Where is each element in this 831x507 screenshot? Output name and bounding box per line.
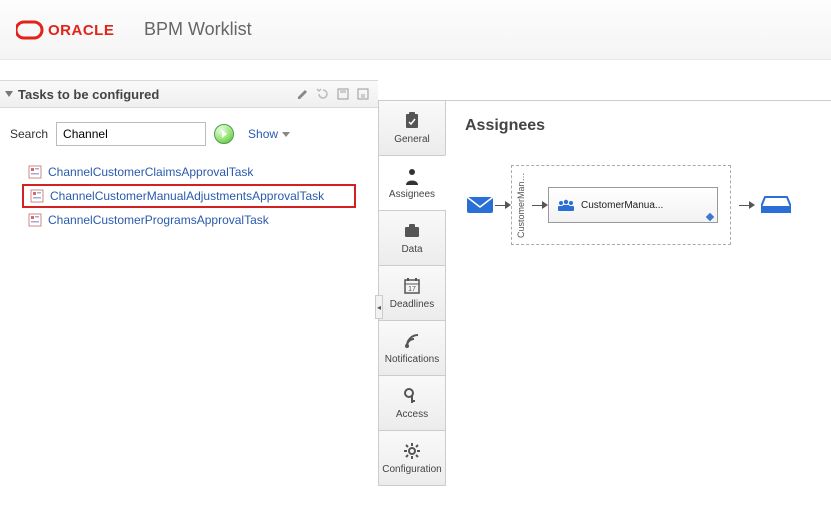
task-item[interactable]: ChannelCustomerProgramsApprovalTask <box>22 210 356 230</box>
save-icon[interactable] <box>334 85 352 103</box>
edit-icon[interactable] <box>294 85 312 103</box>
tab-notifications[interactable]: Notifications <box>378 320 446 376</box>
search-label: Search <box>10 127 48 141</box>
disclose-icon[interactable] <box>5 91 13 97</box>
task-item[interactable]: ChannelCustomerClaimsApprovalTask <box>22 162 356 182</box>
search-row: Search Show <box>0 108 378 156</box>
tasks-panel-header: Tasks to be configured <box>0 80 378 108</box>
task-icon <box>28 165 42 179</box>
task-link[interactable]: ChannelCustomerProgramsApprovalTask <box>48 213 269 227</box>
tab-access[interactable]: Access <box>378 375 446 431</box>
right-panel: ◂ General Assignees Data 17 Deadlines Notific… <box>378 60 831 507</box>
show-label: Show <box>248 127 278 141</box>
task-item[interactable]: ChannelCustomerManualAdjustmentsApproval… <box>22 184 356 208</box>
tab-label: Data <box>401 244 422 255</box>
tab-general[interactable]: General <box>378 100 446 156</box>
add-participant-icon[interactable] <box>706 213 714 221</box>
assignee-diagram: CustomerManua.. CustomerManua... <box>465 165 811 245</box>
main-title: Assignees <box>465 117 811 135</box>
tab-label: Assignees <box>389 189 435 200</box>
collapse-handle[interactable]: ◂ <box>375 295 383 319</box>
task-icon <box>30 189 44 203</box>
deadlines-icon: 17 <box>402 277 422 295</box>
chevron-down-icon <box>282 132 290 137</box>
task-link[interactable]: ChannelCustomerManualAdjustmentsApproval… <box>50 189 324 203</box>
assignees-icon <box>402 167 422 185</box>
tab-label: Configuration <box>382 464 441 475</box>
general-icon <box>402 112 422 130</box>
search-go-button[interactable] <box>214 124 234 144</box>
left-panel: Tasks to be configured Search Show <box>0 60 378 507</box>
svg-text:17: 17 <box>408 286 416 293</box>
app-header: ORACLE BPM Worklist <box>0 0 831 60</box>
svg-text:ORACLE: ORACLE <box>48 22 114 39</box>
start-envelope-icon <box>465 193 495 217</box>
task-list: ChannelCustomerClaimsApprovalTask Channe… <box>0 156 378 236</box>
participants-icon <box>557 198 575 212</box>
tab-label: Deadlines <box>390 299 434 310</box>
arrow-icon <box>739 201 755 209</box>
commit-icon[interactable] <box>354 85 372 103</box>
revert-icon[interactable] <box>314 85 332 103</box>
main-area: Assignees CustomerManua.. <box>445 100 831 507</box>
data-icon <box>402 222 422 240</box>
stage-label: CustomerManua.. <box>516 172 526 238</box>
arrow-icon <box>495 201 511 209</box>
task-link[interactable]: ChannelCustomerClaimsApprovalTask <box>48 165 253 179</box>
tab-label: General <box>394 134 430 145</box>
app-title: BPM Worklist <box>144 19 252 40</box>
configuration-icon <box>402 442 422 460</box>
arrow-icon <box>532 201 548 209</box>
show-menu[interactable]: Show <box>248 127 290 141</box>
node-label: CustomerManua... <box>581 200 663 211</box>
task-icon <box>28 213 42 227</box>
tab-configuration[interactable]: Configuration <box>378 430 446 486</box>
participant-node[interactable]: CustomerManua... <box>548 187 718 223</box>
tab-label: Notifications <box>385 354 439 365</box>
tab-label: Access <box>396 409 428 420</box>
notifications-icon <box>402 332 422 350</box>
approval-stage[interactable]: CustomerManua.. CustomerManua... <box>511 165 731 245</box>
end-tray-icon <box>761 193 791 217</box>
tasks-panel-title: Tasks to be configured <box>18 87 159 102</box>
access-icon <box>402 387 422 405</box>
tab-deadlines[interactable]: 17 Deadlines <box>378 265 446 321</box>
tab-assignees[interactable]: Assignees <box>378 155 446 211</box>
tab-data[interactable]: Data <box>378 210 446 266</box>
oracle-logo: ORACLE <box>16 20 126 40</box>
search-input[interactable] <box>56 122 206 146</box>
task-tabs: General Assignees Data 17 Deadlines Notificat… <box>378 100 446 507</box>
